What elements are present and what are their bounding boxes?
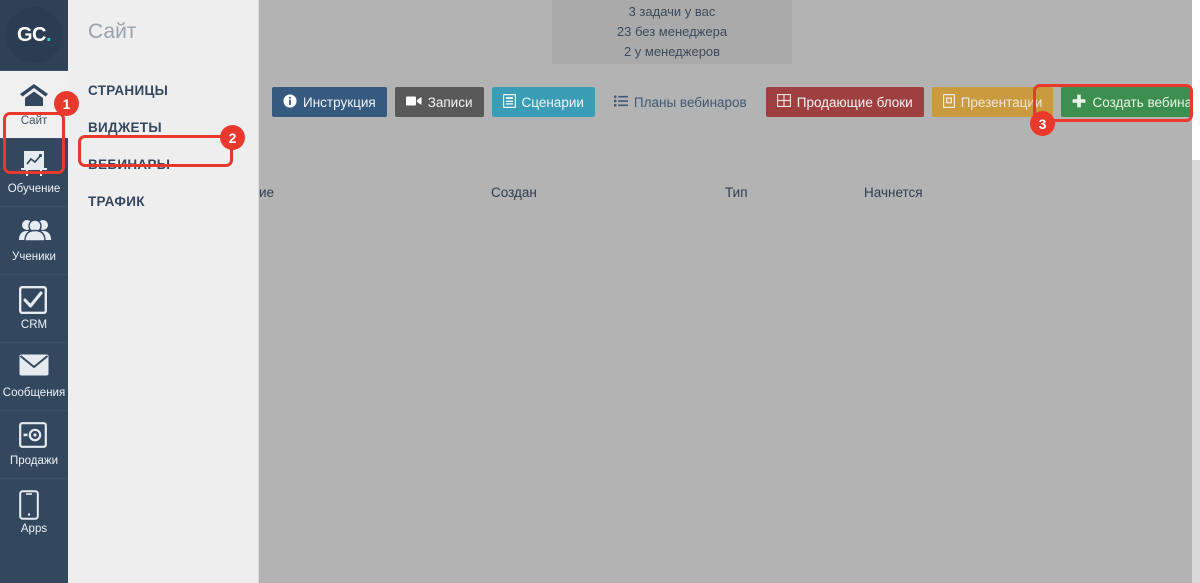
plus-icon xyxy=(1072,94,1086,111)
selling-blocks-button[interactable]: Продающие блоки xyxy=(765,87,924,117)
easel-chart-icon xyxy=(19,150,49,180)
scenarios-button-label: Сценарии xyxy=(521,94,584,110)
main-content-area: 3 задачи у вас 23 без менеджера 2 у мене… xyxy=(259,0,1200,583)
column-header-type[interactable]: Тип xyxy=(725,185,748,200)
selling-blocks-button-label: Продающие блоки xyxy=(796,94,913,110)
application-window: 3 задачи у вас 23 без менеджера 2 у мене… xyxy=(0,0,1200,583)
subnav-item-pages[interactable]: СТРАНИЦЫ xyxy=(68,72,258,109)
logo-text-dot: . xyxy=(45,23,52,46)
sidebar-item-training[interactable]: Обучение xyxy=(0,138,68,206)
instruction-button[interactable]: Инструкция xyxy=(272,87,387,117)
presentations-button-label: Презентации xyxy=(960,94,1043,110)
sidebar-item-crm[interactable]: CRM xyxy=(0,274,68,342)
create-webinar-button-label: Создать вебинар xyxy=(1092,94,1200,110)
step-badge-2: 2 xyxy=(220,125,245,150)
list-icon xyxy=(613,95,628,110)
sidebar-item-apps[interactable]: Apps xyxy=(0,478,68,546)
column-header-name[interactable]: ие xyxy=(259,185,274,200)
step-badge-1: 1 xyxy=(54,91,79,116)
sidebar-item-messages[interactable]: Сообщения xyxy=(0,342,68,410)
logo-text-gc: GC xyxy=(16,23,47,46)
checkbox-icon xyxy=(19,286,49,316)
sidebar-item-students-label: Ученики xyxy=(12,251,56,263)
sidebar-item-sales-label: Продажи xyxy=(9,455,59,467)
column-header-starts[interactable]: Начнется xyxy=(864,185,923,200)
app-logo[interactable]: GC. xyxy=(0,0,68,70)
home-icon xyxy=(19,82,49,112)
video-camera-icon xyxy=(405,95,422,110)
task-summary-box: 3 задачи у вас 23 без менеджера 2 у мене… xyxy=(552,0,792,64)
webinar-plans-button-label: Планы вебинаров xyxy=(633,94,747,110)
presentation-file-icon xyxy=(942,93,955,111)
sidebar-item-site-label: Сайт xyxy=(20,115,48,127)
webinar-toolbar: Инструкция Записи Сценарии Планы вебинар… xyxy=(272,87,1200,117)
records-button[interactable]: Записи xyxy=(394,87,484,117)
grid-blocks-icon xyxy=(776,93,791,110)
sidebar-item-training-label: Обучение xyxy=(7,183,61,195)
create-webinar-button[interactable]: Создать вебинар xyxy=(1061,87,1200,117)
secondary-navigation-panel: Сайт СТРАНИЦЫ ВИДЖЕТЫ ВЕБИНАРЫ ТРАФИК xyxy=(68,0,259,583)
webinars-table-header: ие Создан Тип Начнется xyxy=(259,185,1200,215)
page-scrollbar-thumb[interactable] xyxy=(1192,0,1200,160)
sidebar-item-students[interactable]: Ученики xyxy=(0,206,68,274)
envelope-icon xyxy=(19,354,49,384)
scenarios-button[interactable]: Сценарии xyxy=(491,87,595,117)
info-circle-icon xyxy=(283,93,297,111)
step-badge-3: 3 xyxy=(1030,111,1055,136)
sidebar-item-sales[interactable]: Продажи xyxy=(0,410,68,478)
logo-circle: GC. xyxy=(6,7,62,63)
subnav-title: Сайт xyxy=(88,20,137,43)
subnav-item-webinars[interactable]: ВЕБИНАРЫ xyxy=(68,146,258,183)
instruction-button-label: Инструкция xyxy=(303,94,376,110)
sidebar-item-messages-label: Сообщения xyxy=(2,387,66,399)
webinar-plans-button[interactable]: Планы вебинаров xyxy=(603,87,758,117)
sidebar-item-apps-label: Apps xyxy=(20,523,48,535)
mobile-icon xyxy=(19,490,49,520)
task-line-no-manager: 23 без менеджера xyxy=(616,23,728,39)
records-button-label: Записи xyxy=(427,94,473,110)
primary-sidebar-rail: GC. Сайт Обучение Ученики CRM Сообщения … xyxy=(0,0,68,583)
subnav-item-traffic[interactable]: ТРАФИК xyxy=(68,183,258,220)
safe-icon xyxy=(19,422,49,452)
column-header-created[interactable]: Создан xyxy=(491,185,537,200)
task-line-yours: 3 задачи у вас xyxy=(628,3,716,19)
page-scrollbar-track[interactable] xyxy=(1192,0,1200,583)
script-file-icon xyxy=(502,93,516,111)
sidebar-item-crm-label: CRM xyxy=(20,319,48,331)
users-icon xyxy=(19,218,51,248)
task-line-with-managers: 2 у менеджеров xyxy=(623,44,721,60)
